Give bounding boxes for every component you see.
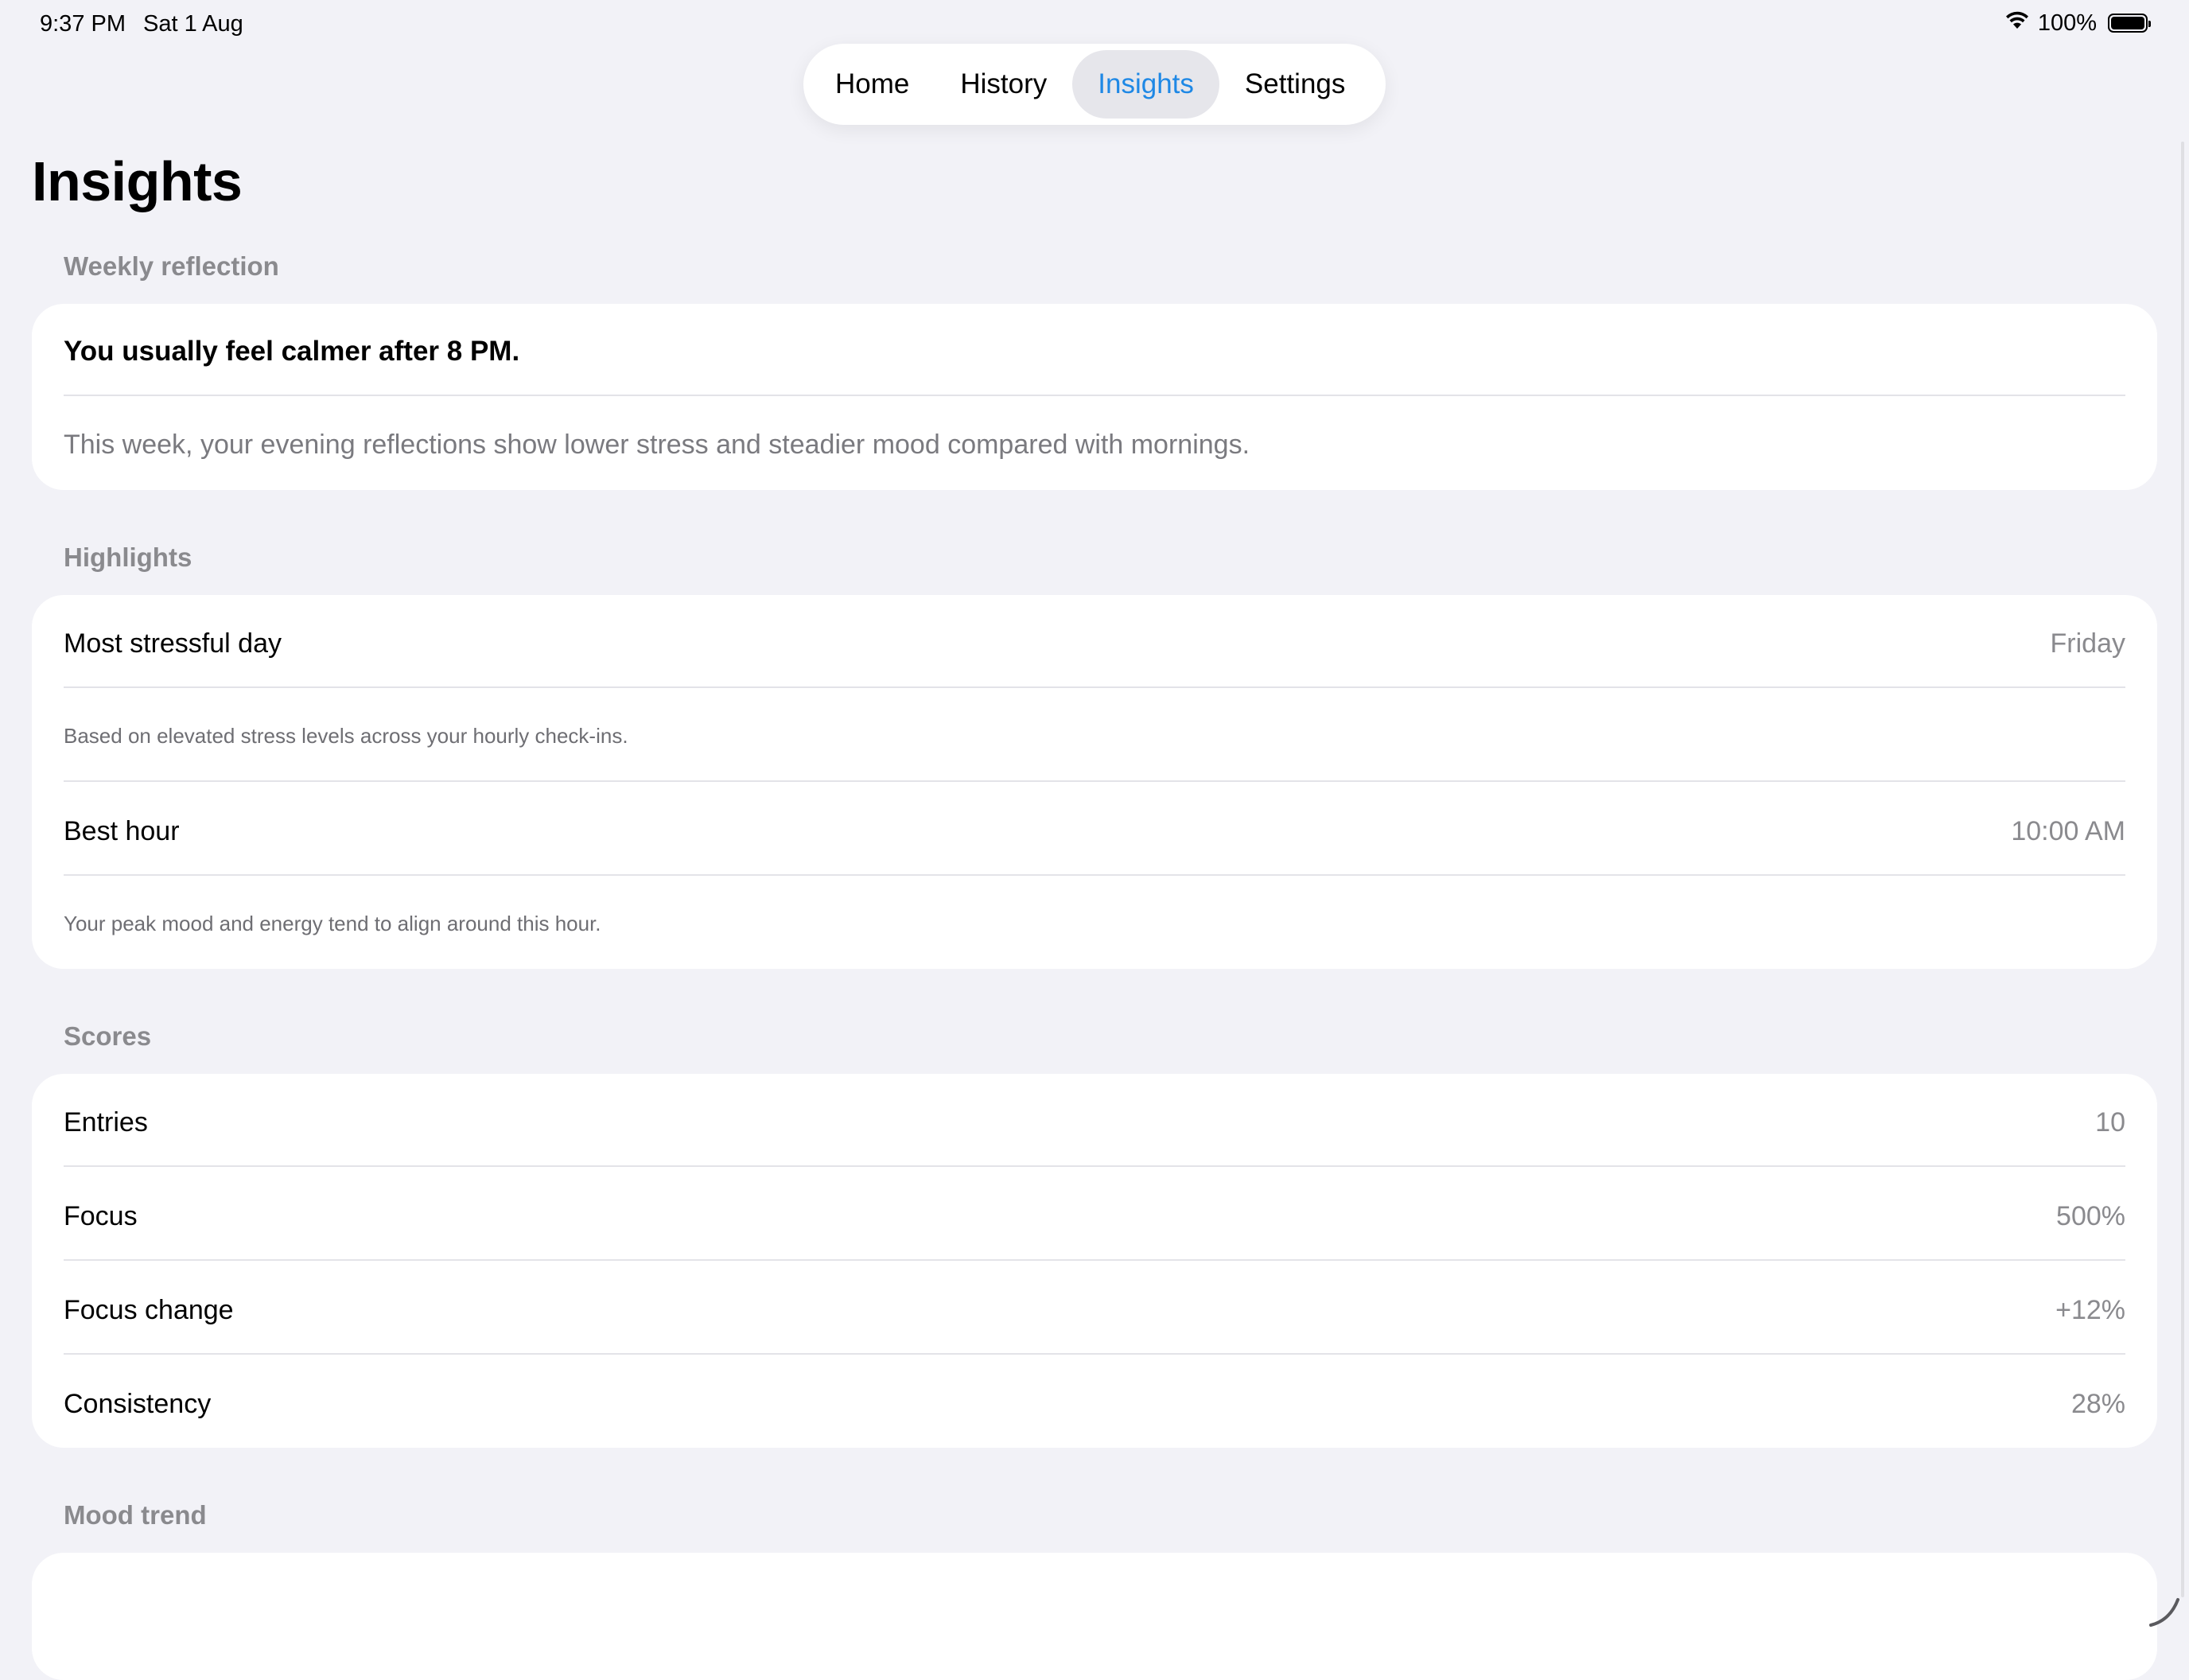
- highlight-note-most-stressful-day: Based on elevated stress levels across y…: [64, 724, 628, 748]
- divider: [64, 395, 2125, 396]
- tab-home[interactable]: Home: [810, 50, 935, 119]
- section-header-mood-trend: Mood trend: [64, 1500, 207, 1530]
- score-value-focus-change: +12%: [2055, 1295, 2125, 1325]
- divider: [64, 780, 2125, 782]
- highlight-value-most-stressful-day: Friday: [2050, 628, 2125, 659]
- wifi-icon: [2004, 10, 2030, 37]
- mood-trend-card: [32, 1553, 2157, 1680]
- tab-bar: Home History Insights Settings: [803, 44, 1386, 125]
- scroll-indicator[interactable]: [2181, 142, 2184, 1597]
- score-label-entries: Entries: [64, 1107, 148, 1138]
- tab-settings[interactable]: Settings: [1219, 50, 1371, 119]
- resize-handle-icon[interactable]: [2146, 1593, 2183, 1634]
- status-date: Sat 1 Aug: [143, 11, 243, 37]
- battery-icon: [2108, 14, 2151, 33]
- highlight-note-best-hour: Your peak mood and energy tend to align …: [64, 912, 601, 935]
- section-header-highlights: Highlights: [64, 542, 192, 572]
- score-label-focus-change: Focus change: [64, 1295, 234, 1325]
- section-header-scores: Scores: [64, 1021, 152, 1051]
- score-value-entries: 10: [2095, 1107, 2125, 1138]
- status-time-date: 9:37 PM Sat 1 Aug: [40, 11, 243, 37]
- highlights-card: Most stressful day Friday Based on eleva…: [32, 595, 2157, 969]
- section-header-weekly-reflection: Weekly reflection: [64, 251, 279, 281]
- highlight-label-best-hour: Best hour: [64, 816, 180, 846]
- score-value-consistency: 28%: [2070, 1389, 2125, 1419]
- reflection-title: You usually feel calmer after 8 PM.: [64, 336, 520, 367]
- score-label-consistency: Consistency: [64, 1389, 212, 1419]
- score-value-focus: 500%: [2056, 1201, 2125, 1231]
- divider: [64, 686, 2125, 688]
- tab-insights[interactable]: Insights: [1072, 50, 1219, 119]
- highlight-value-best-hour: 10:00 AM: [2011, 816, 2125, 846]
- score-label-focus: Focus: [64, 1201, 138, 1231]
- status-indicators: 100%: [2004, 10, 2151, 37]
- battery-percent: 100%: [2037, 10, 2097, 36]
- weekly-reflection-card: You usually feel calmer after 8 PM. This…: [32, 304, 2157, 490]
- tab-history[interactable]: History: [935, 50, 1072, 119]
- divider: [64, 1353, 2125, 1355]
- highlight-label-most-stressful-day: Most stressful day: [64, 628, 282, 659]
- divider: [64, 874, 2125, 876]
- divider: [64, 1165, 2125, 1167]
- page-title: Insights: [32, 150, 243, 212]
- reflection-body: This week, your evening reflections show…: [64, 430, 1250, 460]
- status-time: 9:37 PM: [40, 11, 126, 37]
- scores-card: Entries 10 Focus 500% Focus change +12% …: [32, 1074, 2157, 1448]
- divider: [64, 1259, 2125, 1261]
